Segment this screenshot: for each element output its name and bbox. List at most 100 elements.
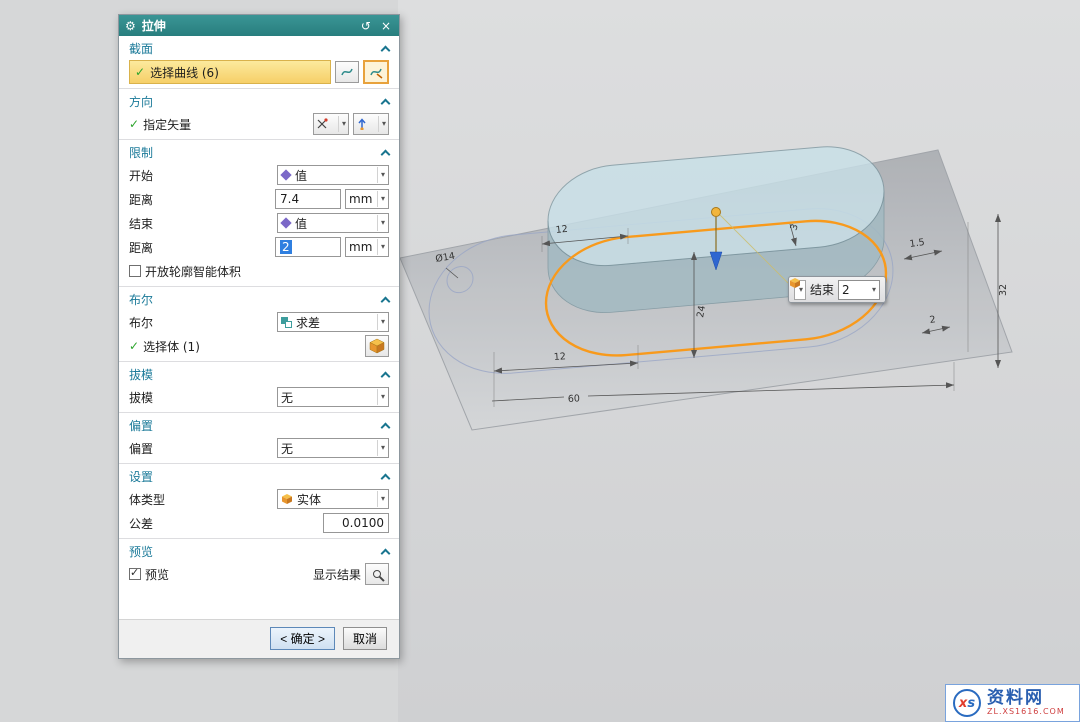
start-distance-unit-combo[interactable]: mm ▾ [345, 189, 389, 209]
dropdown-arrow-icon: ▾ [377, 215, 385, 231]
show-result-button[interactable] [365, 563, 389, 585]
start-label: 开始 [129, 167, 273, 184]
preview-checkbox[interactable]: ✓ [129, 568, 141, 580]
boolean-label: 布尔 [129, 314, 273, 331]
end-distance-mini-input[interactable]: 2 ▾ [838, 280, 880, 300]
select-curve-field[interactable]: ✓ 选择曲线 (6) [129, 60, 331, 84]
dialog-footer: < 确定 > 取消 [119, 619, 399, 658]
dropdown-arrow-icon: ▾ [377, 491, 385, 507]
collapse-chevron-icon[interactable] [381, 296, 391, 306]
start-distance-label: 距离 [129, 191, 271, 208]
section-group-preview: 预览 ✓ 预览 显示结果 [119, 538, 399, 589]
start-distance-value: 7.4 [280, 192, 299, 206]
reverse-direction-combo[interactable]: ▾ [353, 113, 389, 135]
curve-rule-button[interactable] [363, 60, 389, 84]
dialog-titlebar[interactable]: ⚙ 拉伸 ↺ × [119, 15, 399, 36]
viewport-3d[interactable]: Ø14 12 12 60 24 32 1.5 2 3 ▾ 结束 [398, 0, 1080, 722]
extrude-mini-icon [789, 277, 801, 289]
collapse-chevron-icon[interactable] [381, 98, 391, 108]
start-option-combo[interactable]: 值 ▾ [277, 165, 389, 185]
dialog-title: 拉伸 [142, 17, 166, 34]
curve-icon [340, 66, 354, 78]
section-group-draft: 拔模 拔模 无 ▾ [119, 361, 399, 412]
section-group-section: 截面 ✓ 选择曲线 (6) [119, 36, 399, 88]
vector-type-combo[interactable]: ▾ [313, 113, 349, 135]
draft-option-combo[interactable]: 无 ▾ [277, 387, 389, 407]
dropdown-arrow-icon: ▾ [378, 116, 386, 132]
collapse-chevron-icon[interactable] [381, 548, 391, 558]
open-profile-checkbox[interactable] [129, 265, 141, 277]
value-option-icon [280, 217, 291, 228]
section-group-offset: 偏置 偏置 无 ▾ [119, 412, 399, 463]
specify-vector-label: 指定矢量 [143, 116, 309, 133]
cube-icon [369, 338, 385, 354]
offset-option-value: 无 [281, 440, 293, 457]
section-group-settings: 设置 体类型 实体 ▾ 公差 0.0100 [119, 463, 399, 538]
section-header-preview[interactable]: 预览 [119, 540, 399, 562]
section-header-label: 布尔 [129, 291, 153, 308]
tolerance-label: 公差 [129, 515, 319, 532]
select-curve-label: 选择曲线 (6) [150, 64, 219, 81]
end-option-mini-combo[interactable]: ▾ [794, 280, 806, 300]
body-type-combo[interactable]: 实体 ▾ [277, 489, 389, 509]
dim-offset-top: 12 [555, 224, 568, 236]
watermark-site-url: ZL.XS1616.COM [987, 708, 1065, 717]
boolean-option-value: 求差 [296, 314, 320, 331]
close-button[interactable]: × [379, 20, 393, 32]
section-header-label: 设置 [129, 468, 153, 485]
boolean-option-combo[interactable]: 求差 ▾ [277, 312, 389, 332]
end-distance-unit-combo[interactable]: mm ▾ [345, 237, 389, 257]
section-header-limits[interactable]: 限制 [119, 141, 399, 163]
section-header-settings[interactable]: 设置 [119, 465, 399, 487]
end-distance-value: 2 [280, 240, 292, 254]
ok-button[interactable]: < 确定 > [270, 627, 335, 650]
handle-origin-ball[interactable] [712, 208, 721, 217]
start-distance-input[interactable]: 7.4 [275, 189, 341, 209]
collapse-chevron-icon[interactable] [381, 149, 391, 159]
gear-icon: ⚙ [125, 20, 136, 32]
extrude-dialog: ⚙ 拉伸 ↺ × 截面 ✓ 选择曲线 (6) [118, 14, 400, 659]
logo-letter-s: s [967, 696, 975, 711]
draft-option-value: 无 [281, 389, 293, 406]
section-group-boolean: 布尔 布尔 求差 ▾ ✓ 选择体 (1) [119, 286, 399, 361]
end-distance-input[interactable]: 2 [275, 237, 341, 257]
section-header-draft[interactable]: 拔模 [119, 363, 399, 385]
section-header-direction[interactable]: 方向 [119, 90, 399, 112]
body-type-value: 实体 [297, 491, 321, 508]
preview-label: 预览 [145, 566, 309, 583]
reset-button[interactable]: ↺ [359, 20, 373, 32]
watermark-logo: xs [953, 689, 981, 717]
solid-body-icon [281, 493, 293, 505]
tolerance-value: 0.0100 [342, 516, 384, 530]
collapse-chevron-icon[interactable] [381, 45, 391, 55]
viewport-scene: Ø14 12 12 60 24 32 1.5 2 3 [398, 0, 1080, 722]
cancel-button[interactable]: 取消 [343, 627, 387, 650]
section-header-section[interactable]: 截面 [119, 37, 399, 59]
section-group-limits: 限制 开始 值 ▾ 距离 7.4 mm ▾ 结束 值 [119, 139, 399, 286]
section-header-boolean[interactable]: 布尔 [119, 288, 399, 310]
check-icon: ✓ [129, 339, 139, 353]
onscreen-input-toolbar: ▾ 结束 2 ▾ [788, 276, 886, 303]
dropdown-arrow-icon: ▾ [377, 440, 385, 456]
select-body-button[interactable] [365, 335, 389, 357]
end-distance-unit: mm [349, 240, 372, 254]
section-header-label: 方向 [129, 93, 153, 110]
curve-chain-button[interactable] [335, 61, 359, 83]
end-option-combo[interactable]: 值 ▾ [277, 213, 389, 233]
dropdown-arrow-icon: ▾ [338, 116, 346, 132]
dropdown-arrow-icon: ▾ [377, 389, 385, 405]
section-header-label: 拔模 [129, 366, 153, 383]
collapse-chevron-icon[interactable] [381, 473, 391, 483]
offset-option-combo[interactable]: 无 ▾ [277, 438, 389, 458]
tolerance-input[interactable]: 0.0100 [323, 513, 389, 533]
curve-rule-icon [369, 66, 383, 79]
start-option-value: 值 [295, 167, 307, 184]
subtract-icon [281, 317, 292, 328]
watermark: xs 资料网 ZL.XS1616.COM [945, 684, 1080, 722]
section-header-label: 偏置 [129, 417, 153, 434]
select-body-label: 选择体 (1) [143, 338, 361, 355]
collapse-chevron-icon[interactable] [381, 422, 391, 432]
section-header-offset[interactable]: 偏置 [119, 414, 399, 436]
offset-label: 偏置 [129, 440, 273, 457]
collapse-chevron-icon[interactable] [381, 371, 391, 381]
